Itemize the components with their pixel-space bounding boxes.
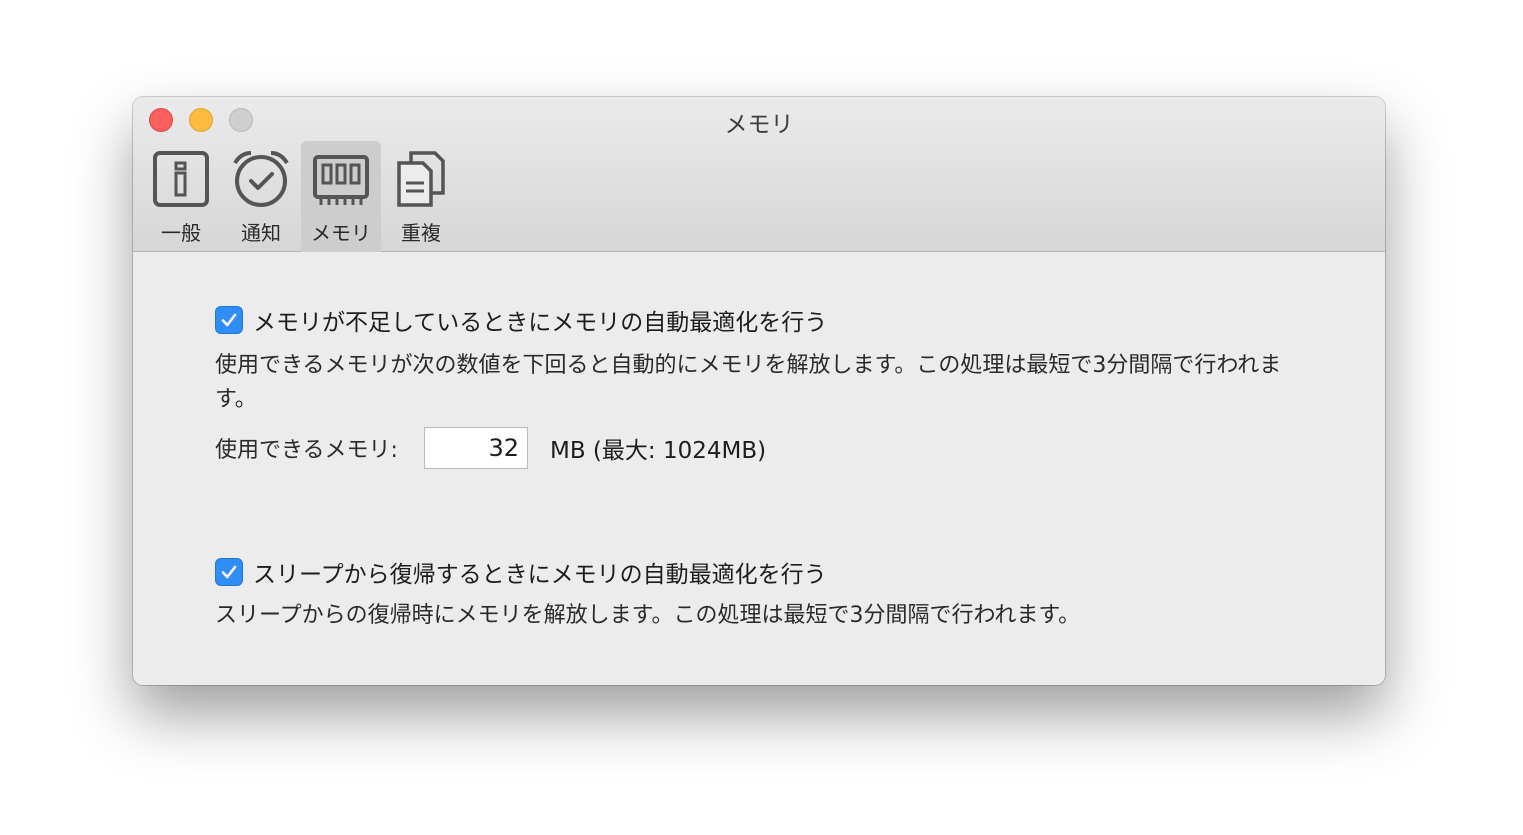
checkmark-icon bbox=[221, 565, 237, 579]
toolbar-label-duplicates: 重複 bbox=[401, 221, 441, 245]
toolbar-item-duplicates[interactable]: 重複 bbox=[381, 141, 461, 252]
low-memory-description: 使用できるメモリが次の数値を下回ると自動的にメモリを解放します。この処理は最短で… bbox=[215, 353, 1282, 412]
toolbar: 一般 通知 メモリ 重複 bbox=[141, 141, 461, 252]
window-title: メモリ bbox=[724, 112, 794, 138]
memory-chip-icon bbox=[313, 155, 369, 205]
threshold-label: 使用できるメモリ: bbox=[215, 438, 398, 463]
preferences-window: メモリ 一般 通知 メモリ 重複 メモリが不足しているときにメモリの自動最適化を… bbox=[133, 97, 1385, 685]
wake-checkbox[interactable] bbox=[215, 558, 243, 586]
toolbar-item-general[interactable]: 一般 bbox=[141, 141, 221, 252]
titlebar: メモリ 一般 通知 メモリ 重複 bbox=[133, 97, 1385, 252]
low-memory-checkbox-label: メモリが不足しているときにメモリの自動最適化を行う bbox=[253, 310, 828, 336]
alarm-clock-icon bbox=[233, 151, 289, 207]
checkmark-icon bbox=[221, 313, 237, 327]
toolbar-label-memory: メモリ bbox=[311, 221, 371, 245]
memory-pane: メモリが不足しているときにメモリの自動最適化を行う 使用できるメモリが次の数値を… bbox=[133, 253, 1385, 685]
toolbar-item-memory[interactable]: メモリ bbox=[301, 141, 381, 252]
wake-description: スリープからの復帰時にメモリを解放します。この処理は最短で3分間隔で行われます。 bbox=[215, 603, 1081, 628]
threshold-unit: MB (最大: 1024MB) bbox=[549, 438, 767, 464]
low-memory-checkbox[interactable] bbox=[215, 306, 243, 334]
info-icon bbox=[153, 151, 209, 207]
toolbar-label-general: 一般 bbox=[161, 221, 201, 245]
threshold-input[interactable]: 32 bbox=[423, 427, 528, 469]
toolbar-item-notifications[interactable]: 通知 bbox=[221, 141, 301, 252]
wake-checkbox-label: スリープから復帰するときにメモリの自動最適化を行う bbox=[253, 562, 827, 588]
wake-option[interactable]: スリープから復帰するときにメモリの自動最適化を行う bbox=[215, 555, 827, 589]
toolbar-label-notifications: 通知 bbox=[241, 221, 281, 245]
duplicate-documents-icon bbox=[397, 151, 445, 207]
low-memory-option[interactable]: メモリが不足しているときにメモリの自動最適化を行う bbox=[215, 303, 827, 337]
threshold-row: 使用できるメモリ: 32 MB (最大: 1024MB) bbox=[215, 427, 766, 469]
